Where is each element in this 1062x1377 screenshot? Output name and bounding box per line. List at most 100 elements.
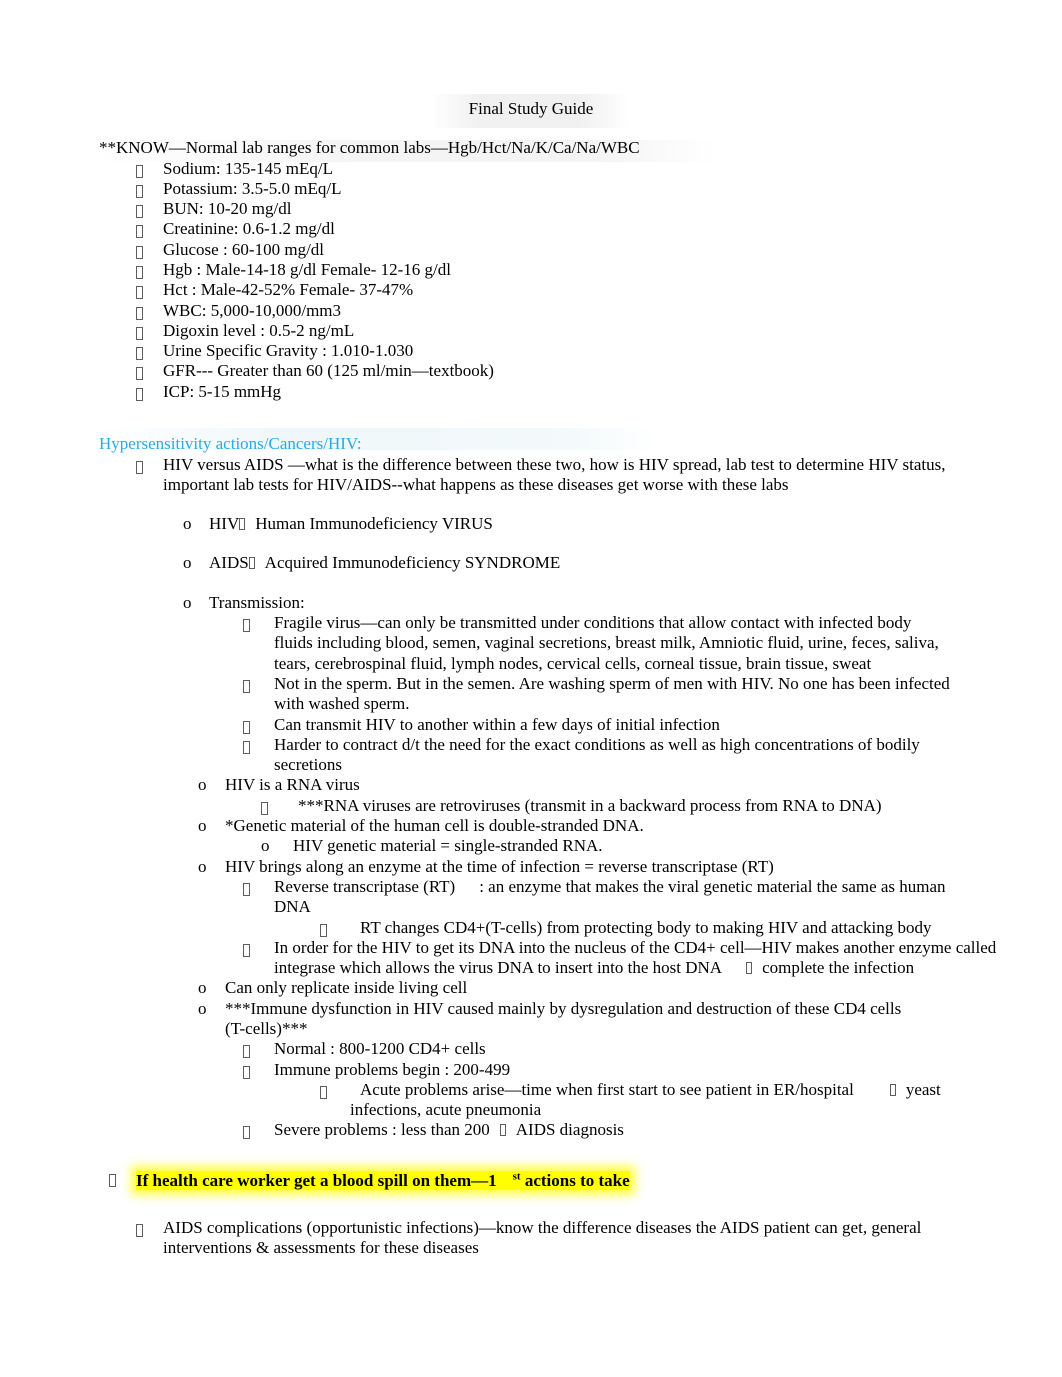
bullet-box-icon xyxy=(136,384,143,404)
list-item: Severe problems : less than 200 AIDS diag… xyxy=(243,1120,1062,1140)
bullet-o-icon: o xyxy=(198,856,207,876)
transmission-item-text: Not in the sperm. But in the semen. Are … xyxy=(274,673,950,714)
bullet-o-icon: o xyxy=(198,978,207,998)
genetic-material-hiv-text: HIV genetic material = single-stranded R… xyxy=(293,836,603,856)
transmission-item-text: Harder to contract d/t the need for the … xyxy=(274,734,920,775)
bullet-box-icon xyxy=(136,262,143,282)
bullet-box-icon xyxy=(136,303,143,323)
aids-acronym-label: AIDS xyxy=(209,553,249,573)
list-item: Reverse transcriptase (RT): an enzyme th… xyxy=(243,876,962,918)
bullet-box-icon xyxy=(261,798,268,818)
cd4-acute-text: Acute problems arise—time when first sta… xyxy=(360,1079,854,1099)
bullet-box-icon xyxy=(243,1062,250,1082)
ordinal-suffix: st xyxy=(512,1170,521,1183)
lab-value-text: WBC: 5,000-10,000/mm3 xyxy=(163,300,342,320)
arrow-box-icon xyxy=(746,962,753,975)
list-item: o AIDS Acquired Immunodeficiency SYNDROME xyxy=(183,553,1062,573)
list-item: WBC: 5,000-10,000/mm3 xyxy=(136,300,1062,321)
arrow-box-icon xyxy=(239,518,246,531)
list-item: ICP: 5-15 mmHg xyxy=(136,381,1062,402)
list-item: RT changes CD4+(T-cells) from protecting… xyxy=(320,917,1062,938)
list-item: Fragile virus—can only be transmitted un… xyxy=(243,613,942,674)
list-item: In order for the HIV to get its DNA into… xyxy=(243,938,1052,979)
bullet-box-icon xyxy=(136,201,143,221)
bullet-box-icon xyxy=(136,282,143,302)
list-item: Potassium: 3.5-5.0 mEq/L xyxy=(136,178,1062,199)
rt-definition-label: Reverse transcriptase (RT) xyxy=(274,876,456,896)
list-item: o HIV Human Immunodeficiency VIRUS xyxy=(183,514,1062,534)
arrow-box-icon xyxy=(889,1083,896,1096)
list-item: o Transmission: xyxy=(183,593,1062,613)
bullet-box-icon xyxy=(136,1220,143,1240)
lab-value-text: Hct : Male-42-52% Female- 37-47% xyxy=(163,280,414,300)
section-heading-hypersensitivity: Hypersensitivity actions/Cancers/HIV: xyxy=(99,434,362,454)
document-body: **KNOW—Normal lab ranges for common labs… xyxy=(0,138,1062,1259)
lab-value-text: GFR--- Greater than 60 (125 ml/min—textb… xyxy=(163,361,494,381)
bullet-o-icon: o xyxy=(183,514,192,534)
list-item: o *Genetic material of the human cell is… xyxy=(198,816,1062,836)
bullet-box-icon xyxy=(136,242,143,262)
blood-spill-highlight: If health care worker get a blood spill … xyxy=(136,1170,630,1191)
bullet-box-icon xyxy=(320,1082,327,1102)
list-item: ***RNA viruses are retroviruses (transmi… xyxy=(261,795,1062,816)
hiv-versus-aids-text: HIV versus AIDS —what is the difference … xyxy=(163,454,946,494)
bullet-o-icon: o xyxy=(261,836,270,856)
cd4-severe-result-text: AIDS diagnosis xyxy=(515,1120,624,1140)
list-item: Can transmit HIV to another within a few… xyxy=(243,715,1062,735)
list-item: Digoxin level : 0.5-2 ng/mL xyxy=(136,320,1062,341)
rt-changes-text: RT changes CD4+(T-cells) from protecting… xyxy=(360,917,932,937)
list-item: o HIV brings along an enzyme at the time… xyxy=(198,856,1062,877)
list-item: Immune problems begin : 200-499 xyxy=(243,1059,1062,1080)
cd4-immune-problems-text: Immune problems begin : 200-499 xyxy=(274,1059,511,1079)
lab-value-text: Creatinine: 0.6-1.2 mg/dl xyxy=(163,219,335,239)
list-item: Glucose : 60-100 mg/dl xyxy=(136,240,1062,260)
list-item: o HIV is a RNA virus xyxy=(198,775,1062,795)
bullet-box-icon xyxy=(243,879,250,899)
rna-virus-text: HIV is a RNA virus xyxy=(225,775,360,795)
list-item: Acute problems arise—time when first sta… xyxy=(320,1079,967,1121)
list-item: Urine Specific Gravity : 1.010-1.030 xyxy=(136,341,1062,361)
intro-know-line: **KNOW—Normal lab ranges for common labs… xyxy=(99,138,640,157)
document-page: Final Study Guide **KNOW—Normal lab rang… xyxy=(0,0,1062,1377)
transmission-item-text: Fragile virus—can only be transmitted un… xyxy=(274,613,939,673)
lab-value-text: Potassium: 3.5-5.0 mEq/L xyxy=(163,178,342,198)
list-item: Not in the sperm. But in the semen. Are … xyxy=(243,673,967,715)
blood-spill-text: If health care worker get a blood spill … xyxy=(136,1171,497,1191)
immune-dysfunction-text: ***Immune dysfunction in HIV caused main… xyxy=(225,998,902,1038)
bullet-box-icon xyxy=(136,363,143,383)
bullet-box-icon xyxy=(136,323,143,343)
lab-value-text: ICP: 5-15 mmHg xyxy=(163,381,282,401)
list-item: AIDS complications (opportunistic infect… xyxy=(136,1217,952,1259)
lab-value-text: Hgb : Male-14-18 g/dl Female- 12-16 g/dl xyxy=(163,259,452,279)
bullet-box-icon xyxy=(243,717,250,737)
bullet-o-icon: o xyxy=(198,816,207,836)
bullet-box-icon xyxy=(243,1122,250,1142)
arrow-box-icon xyxy=(248,557,255,570)
list-item: GFR--- Greater than 60 (125 ml/min—textb… xyxy=(136,361,1062,381)
list-item: Hct : Male-42-52% Female- 37-47% xyxy=(136,280,1062,300)
hiv-acronym-label: HIV xyxy=(209,514,240,534)
bullet-box-icon xyxy=(320,920,327,940)
lab-value-text: Digoxin level : 0.5-2 ng/mL xyxy=(163,320,355,340)
bullet-box-icon xyxy=(243,676,250,696)
aids-acronym-expansion: Acquired Immunodeficiency SYNDROME xyxy=(264,553,561,573)
aids-complications-text: AIDS complications (opportunistic infect… xyxy=(163,1217,922,1258)
replicate-text: Can only replicate inside living cell xyxy=(225,978,468,998)
rna-retrovirus-text: ***RNA viruses are retroviruses (transmi… xyxy=(298,795,882,815)
lab-value-text: Urine Specific Gravity : 1.010-1.030 xyxy=(163,341,414,361)
bullet-box-icon xyxy=(136,457,143,477)
genetic-material-human-text: *Genetic material of the human cell is d… xyxy=(225,816,644,836)
list-item: BUN: 10-20 mg/dl xyxy=(136,199,1062,219)
bullet-box-icon xyxy=(136,343,143,363)
enzyme-rt-text: HIV brings along an enzyme at the time o… xyxy=(225,856,774,876)
bullet-box-icon xyxy=(243,940,250,960)
bullet-box-icon xyxy=(136,181,143,201)
lab-value-text: Sodium: 135-145 mEq/L xyxy=(163,158,333,178)
bullet-o-icon: o xyxy=(198,775,207,795)
bullet-box-icon xyxy=(136,221,143,241)
